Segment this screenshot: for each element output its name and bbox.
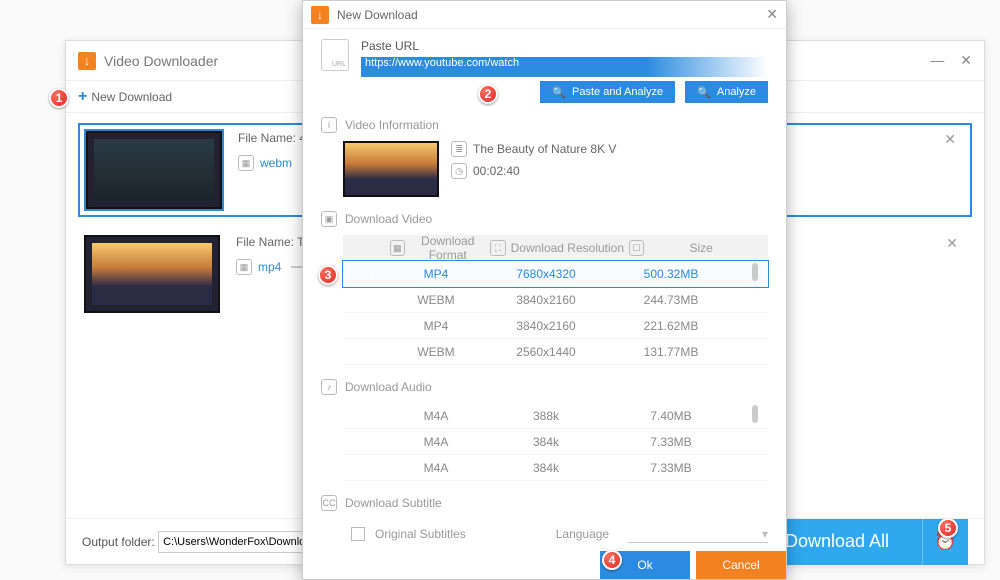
format-cell: M4A — [391, 435, 481, 449]
size-cell: 244.73MB — [611, 293, 731, 307]
format-cell: M4A — [391, 409, 481, 423]
search-icon: 🔍 — [552, 86, 566, 99]
format-cell: MP4 — [391, 319, 481, 333]
dialog-title-bar: ↓ New Download ✕ — [303, 1, 786, 29]
format-icon: ▦ — [238, 155, 254, 171]
size-cell: 500.32MB — [611, 267, 731, 281]
analyze-button[interactable]: 🔍Analyze — [685, 81, 768, 103]
format-icon: ▦ — [236, 259, 252, 275]
app-title: Video Downloader — [104, 53, 218, 69]
video-format-row[interactable]: MP4 3840x2160 221.62MB — [343, 313, 768, 339]
size-header-icon: ☐ — [629, 240, 644, 256]
callout-5: 5 — [938, 518, 958, 538]
size-cell: 131.77MB — [611, 345, 731, 359]
document-icon: ≣ — [451, 141, 467, 157]
video-format-row[interactable]: WEBM 3840x2160 244.73MB — [343, 287, 768, 313]
app-logo-icon: ↓ — [78, 52, 96, 70]
chevron-down-icon: ▾ — [762, 527, 768, 541]
col-format-header: Download Format — [405, 234, 490, 262]
bitrate-cell: 384k — [481, 435, 611, 449]
clock-icon: ◷ — [451, 163, 467, 179]
video-duration: 00:02:40 — [473, 164, 520, 178]
format-cell: WEBM — [391, 345, 481, 359]
language-select[interactable]: ▾ — [628, 525, 768, 543]
size-cell: 221.62MB — [611, 319, 731, 333]
thumbnail[interactable] — [86, 131, 222, 209]
video-format-row[interactable]: WEBM 2560x1440 131.77MB — [343, 339, 768, 365]
callout-2: 2 — [478, 84, 498, 104]
audio-formats-table: M4A 388k 7.40MB M4A 384k 7.33MB M4A 384k… — [343, 403, 768, 481]
remove-row-icon[interactable]: ✕ — [944, 131, 964, 148]
video-title: The Beauty of Nature 8K V — [473, 142, 616, 156]
col-resolution-header: Download Resolution — [506, 241, 629, 255]
download-subtitle-label: Download Subtitle — [345, 496, 442, 510]
size-cell: 7.33MB — [611, 461, 731, 475]
paste-and-analyze-button[interactable]: 🔍Paste and Analyze — [540, 81, 675, 103]
audio-format-row[interactable]: M4A 388k 7.40MB — [343, 403, 768, 429]
audio-icon: ♪ — [321, 379, 337, 395]
audio-format-row[interactable]: M4A 384k 7.33MB — [343, 429, 768, 455]
format-value: mp4 — [258, 260, 281, 274]
file-name-label: File Name: — [236, 235, 294, 249]
cancel-button[interactable]: Cancel — [696, 551, 786, 579]
remove-row-icon[interactable]: ✕ — [946, 235, 966, 252]
video-thumbnail — [343, 141, 439, 197]
info-icon: i — [321, 117, 337, 133]
url-input[interactable]: https://www.youtube.com/watch — [361, 57, 768, 77]
url-field-icon: URL — [321, 39, 349, 71]
search-icon: 🔍 — [697, 86, 711, 99]
col-size-header: Size — [644, 241, 758, 255]
language-label: Language — [556, 527, 609, 541]
resolution-cell: 2560x1440 — [481, 345, 611, 359]
original-subtitles-checkbox[interactable] — [351, 527, 365, 541]
thumbnail[interactable] — [84, 235, 220, 313]
new-download-dialog: ↓ New Download ✕ URL Paste URL https://w… — [302, 0, 787, 580]
format-value: webm — [260, 156, 292, 170]
dialog-logo-icon: ↓ — [311, 6, 329, 24]
resolution-cell: 7680x4320 — [481, 267, 611, 281]
dialog-close-icon[interactable]: ✕ — [766, 6, 778, 23]
resolution-cell: 3840x2160 — [481, 319, 611, 333]
original-subtitles-label: Original Subtitles — [375, 527, 466, 541]
size-cell: 7.40MB — [611, 409, 731, 423]
resolution-cell: 3840x2160 — [481, 293, 611, 307]
audio-format-row[interactable]: M4A 384k 7.33MB — [343, 455, 768, 481]
dialog-footer: Ok Cancel — [303, 551, 786, 579]
size-cell: 7.33MB — [611, 435, 731, 449]
format-cell: WEBM — [391, 293, 481, 307]
dialog-title: New Download — [337, 8, 418, 22]
callout-3: 3 — [318, 265, 338, 285]
format-cell: MP4 — [391, 267, 481, 281]
resolution-header-icon: ⛶ — [490, 240, 505, 256]
output-folder-label: Output folder: — [82, 535, 155, 549]
file-name-label: File Name: — [238, 131, 296, 145]
plus-icon[interactable]: + — [78, 88, 87, 106]
close-icon[interactable]: ✕ — [960, 52, 972, 69]
bitrate-cell: 388k — [481, 409, 611, 423]
callout-4: 4 — [602, 550, 622, 570]
video-format-row[interactable]: MP4 7680x4320 500.32MB — [343, 261, 768, 287]
download-audio-label: Download Audio — [345, 380, 432, 394]
bitrate-cell: 384k — [481, 461, 611, 475]
new-download-button[interactable]: New Download — [91, 90, 172, 104]
video-formats-table: ▦ Download Format ⛶ Download Resolution … — [343, 235, 768, 365]
subtitle-icon: CC — [321, 495, 337, 511]
format-cell: M4A — [391, 461, 481, 475]
paste-url-label: Paste URL — [361, 39, 768, 53]
download-video-label: Download Video — [345, 212, 432, 226]
video-icon: ▣ — [321, 211, 337, 227]
scrollbar-thumb[interactable] — [752, 405, 758, 423]
format-header-icon: ▦ — [390, 240, 405, 256]
video-information-label: Video Information — [345, 118, 439, 132]
minimize-icon[interactable]: — — [930, 52, 944, 69]
callout-1: 1 — [49, 88, 69, 108]
scrollbar-thumb[interactable] — [752, 263, 758, 281]
